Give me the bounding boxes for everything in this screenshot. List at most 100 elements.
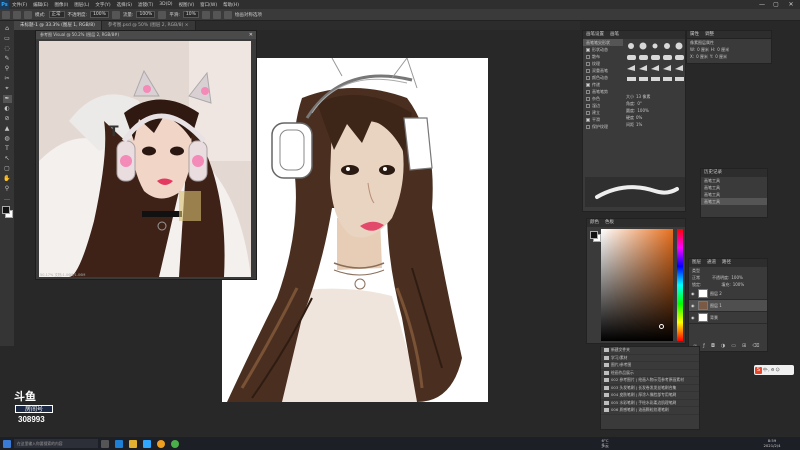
eyedropper-tool-icon[interactable]: ✂: [3, 75, 12, 83]
app-taskbar-icon[interactable]: [157, 439, 165, 448]
brush-presets-grid[interactable]: [623, 39, 685, 91]
gradient-tool-icon[interactable]: ▲: [3, 125, 12, 133]
eraser-tool-icon[interactable]: ⊘: [3, 115, 12, 123]
lasso-tool-icon[interactable]: ◌: [3, 45, 12, 53]
color-saturation-field[interactable]: [601, 229, 673, 341]
brush-option-row[interactable]: 平滑: [583, 116, 623, 123]
brush-hardness-value[interactable]: 0%: [636, 115, 642, 120]
symmetry-icon[interactable]: [223, 10, 232, 19]
menu-layer[interactable]: 图层(L): [71, 2, 92, 8]
crop-tool-icon[interactable]: ⚲: [3, 65, 12, 73]
history-item[interactable]: 画笔工具: [701, 191, 767, 198]
ime-toolbar[interactable]: S 中·, ⚙ ☺: [754, 365, 794, 375]
menu-view[interactable]: 视图(V): [176, 2, 198, 8]
dodge-tool-icon[interactable]: ◍: [3, 135, 12, 143]
layer-row[interactable]: ◉ 图层 2: [689, 288, 767, 300]
layer-row[interactable]: ◉ 背景: [689, 312, 767, 324]
tab-brush-settings[interactable]: 画笔设置: [586, 31, 604, 39]
list-item[interactable]: 新建文件夹: [601, 347, 699, 355]
checkbox[interactable]: [586, 75, 590, 80]
photoshop-logo-icon[interactable]: Ps: [0, 0, 9, 9]
list-item[interactable]: 绘画作品展示: [601, 370, 699, 377]
tab-layers[interactable]: 图层: [692, 259, 701, 267]
brush-tool-icon[interactable]: [13, 10, 21, 19]
task-view-icon[interactable]: [101, 439, 109, 448]
path-select-tool-icon[interactable]: ↖: [3, 155, 12, 163]
list-item[interactable]: 005 水彩笔刷 | 手绘水彩柔边肌理笔刷: [601, 400, 699, 407]
mask-icon[interactable]: ◘: [711, 343, 715, 349]
pressure-size-icon[interactable]: [212, 10, 221, 19]
shape-tool-icon[interactable]: ▢: [3, 165, 12, 173]
menu-window[interactable]: 窗口(W): [197, 2, 220, 8]
brush-size-value[interactable]: 13 像素: [636, 94, 650, 100]
layer-opacity-field[interactable]: 100%: [731, 275, 742, 280]
trash-icon[interactable]: ⌫: [752, 343, 759, 349]
fx-icon[interactable]: ƒ: [703, 343, 705, 349]
list-item[interactable]: 004 皮肤笔刷 | 厚涂人像脸部专用笔刷: [601, 392, 699, 400]
reference-window-titlebar[interactable]: 参考图 Visual @ 50.2% (图层 2, RGB/8#) ✕: [36, 31, 256, 39]
smoothing-field[interactable]: 10%: [182, 11, 199, 18]
menu-file[interactable]: 文件(F): [9, 2, 30, 8]
reference-image-window[interactable]: 参考图 Visual @ 50.2% (图层 2, RGB/8#) ✕ T 50…: [35, 30, 257, 280]
w-field[interactable]: 0 厘米: [697, 47, 709, 53]
brush-option-row[interactable]: 颜色动态: [583, 74, 623, 81]
checkbox[interactable]: [586, 61, 590, 66]
fill-field[interactable]: 100%: [733, 282, 744, 287]
list-item[interactable]: 003 头发笔刷 | 长发卷发发丝笔刷合集: [601, 385, 699, 392]
move-tool-icon[interactable]: ⌂: [3, 25, 12, 33]
history-item-current[interactable]: 画笔工具: [701, 198, 767, 205]
checkbox[interactable]: [586, 47, 590, 52]
brush-option-row[interactable]: 湿边: [583, 102, 623, 109]
zoom-tool-icon[interactable]: ⚲: [3, 185, 12, 193]
history-item[interactable]: 画笔工具: [701, 184, 767, 191]
checkbox[interactable]: [586, 54, 590, 59]
hand-tool-icon[interactable]: ✋: [3, 175, 12, 183]
doc-tab-2[interactable]: 参考图.psd @ 50% (图层 2, RGB/8) ×: [101, 21, 196, 30]
healing-tool-icon[interactable]: ⌖: [3, 85, 12, 93]
brush-tool-icon[interactable]: ✒: [2, 95, 12, 103]
tab-brushes[interactable]: 画笔: [610, 31, 619, 39]
eye-icon[interactable]: ◉: [691, 291, 696, 296]
tab-swatches[interactable]: 色板: [605, 219, 614, 227]
brush-roundness-value[interactable]: 100%: [637, 108, 648, 113]
brush-hardness-row[interactable]: 硬度 0%: [623, 114, 685, 121]
painting-canvas[interactable]: [222, 58, 488, 402]
checkbox[interactable]: [586, 117, 590, 122]
airbrush-icon[interactable]: [158, 10, 167, 19]
close-button[interactable]: ✕: [785, 0, 797, 9]
brush-preset-picker[interactable]: [24, 10, 32, 19]
sogou-icon[interactable]: S: [755, 366, 762, 374]
layer-row-active[interactable]: ◉ 图层 1: [689, 300, 767, 312]
windows-start-icon[interactable]: [3, 439, 11, 448]
h-field[interactable]: 0 厘米: [717, 47, 729, 53]
checkbox[interactable]: [586, 110, 590, 115]
eye-icon[interactable]: ◉: [691, 315, 696, 320]
brush-option-row[interactable]: 杂色: [583, 95, 623, 102]
menu-help[interactable]: 帮助(H): [220, 2, 242, 8]
list-item[interactable]: 图片/参考图: [601, 362, 699, 370]
brush-option-row[interactable]: 建立: [583, 109, 623, 116]
brush-angle-value[interactable]: 0°: [637, 101, 642, 106]
tab-color[interactable]: 颜色: [590, 219, 599, 227]
group-icon[interactable]: ▭: [731, 343, 736, 349]
file-explorer-icon[interactable]: [129, 439, 137, 448]
checkbox[interactable]: [586, 89, 590, 94]
layer-name[interactable]: 图层 1: [710, 303, 722, 309]
pressure-opacity-icon[interactable]: [111, 10, 120, 19]
checkbox[interactable]: [586, 68, 590, 73]
foreground-color-swatch[interactable]: [2, 206, 10, 214]
symmetry-label[interactable]: 绘画对称选项: [235, 12, 262, 18]
brush-roundness-row[interactable]: 圆度: 100%: [623, 107, 685, 114]
clone-stamp-tool-icon[interactable]: ◐: [3, 105, 12, 113]
layer-name[interactable]: 图层 2: [710, 291, 722, 297]
edge-icon[interactable]: [115, 439, 123, 448]
menu-filter[interactable]: 滤镜(T): [135, 2, 156, 8]
brush-size-row[interactable]: 大小 13 像素: [623, 93, 685, 100]
flow-field[interactable]: 100%: [136, 11, 156, 18]
maximize-button[interactable]: ▢: [770, 0, 782, 9]
tab-channels[interactable]: 通道: [707, 259, 716, 267]
type-tool-icon[interactable]: T: [3, 145, 12, 153]
color-fg-swatch[interactable]: [590, 231, 598, 239]
hue-slider[interactable]: [677, 229, 683, 341]
x-field[interactable]: 0 厘米: [696, 54, 708, 60]
